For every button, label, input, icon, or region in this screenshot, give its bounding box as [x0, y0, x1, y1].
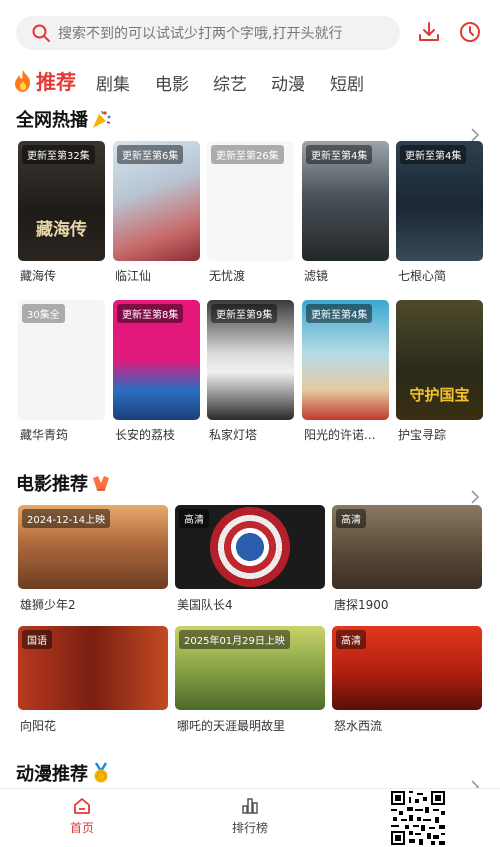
- poster-title-art: 守护国宝: [409, 386, 470, 404]
- poster-image: 30集全: [18, 300, 105, 420]
- rank-badge-icon: [93, 476, 109, 491]
- history-icon[interactable]: [458, 20, 482, 44]
- card-title: 唐探1900: [334, 598, 389, 612]
- card-title: 向阳花: [20, 719, 57, 733]
- hot-card[interactable]: 守护国宝 护宝寻踪: [396, 300, 483, 442]
- hot-card[interactable]: 更新至第9集 私家灯塔: [207, 300, 294, 442]
- top-bar: 搜索不到的可以试试少打两个字哦,打开头就行: [0, 0, 500, 64]
- card-title: 护宝寻踪: [398, 428, 447, 442]
- status-badge: 高清: [179, 509, 209, 528]
- status-badge: 更新至第4集: [306, 304, 373, 323]
- tab-movies[interactable]: 电影: [155, 70, 189, 95]
- card-title: 滤镜: [304, 269, 329, 283]
- status-badge: 国语: [22, 630, 52, 649]
- status-badge: 高清: [336, 630, 366, 649]
- movie-card[interactable]: 2024-12-14上映 雄狮少年2: [18, 505, 168, 612]
- status-badge: 更新至第4集: [400, 145, 467, 164]
- status-badge: 更新至第6集: [117, 145, 184, 164]
- movie-card[interactable]: 高清 美国队长4: [175, 505, 325, 612]
- card-title: 阳光的许诺...: [304, 428, 376, 442]
- poster-image: 更新至第8集: [113, 300, 200, 420]
- card-title: 哪吒的天涯最明故里: [177, 719, 286, 733]
- hot-card[interactable]: 更新至第6集 临江仙: [113, 141, 200, 283]
- status-badge: 更新至第9集: [211, 304, 278, 323]
- card-title: 临江仙: [115, 269, 152, 283]
- poster-title-art: 藏海传: [36, 220, 87, 240]
- status-badge: 2024-12-14上映: [22, 509, 111, 528]
- poster-image: 2025年01月29日上映: [175, 626, 325, 710]
- section-hot-title: 全网热播: [16, 106, 112, 132]
- tab-label-recommend: 推荐: [36, 70, 76, 94]
- nav-home-label: 首页: [69, 821, 94, 835]
- movie-card[interactable]: 高清 唐探1900: [332, 505, 482, 612]
- status-badge: 30集全: [22, 304, 65, 323]
- movie-card[interactable]: 2025年01月29日上映 哪吒的天涯最明故里: [175, 626, 325, 733]
- poster-image: 守护国宝: [396, 300, 483, 420]
- nav-ranking[interactable]: 排行榜: [210, 797, 290, 836]
- card-title: 私家灯塔: [209, 428, 258, 442]
- poster-image: 2024-12-14上映: [18, 505, 168, 589]
- hot-card[interactable]: 更新至第4集 阳光的许诺...: [302, 300, 389, 442]
- card-title: 无忧渡: [209, 269, 246, 283]
- section-movies-label: 电影推荐: [16, 474, 88, 495]
- hot-card[interactable]: 更新至第8集 长安的荔枝: [113, 300, 200, 442]
- hot-card[interactable]: 更新至第4集 滤镜: [302, 141, 389, 283]
- poster-image: 更新至第4集: [302, 141, 389, 261]
- poster-image: 更新至第4集: [302, 300, 389, 420]
- movie-card[interactable]: 国语 向阳花: [18, 626, 168, 733]
- category-tabs: 推荐 剧集 电影 综艺 动漫 短剧: [0, 64, 500, 98]
- chevron-right-icon[interactable]: [470, 128, 480, 142]
- party-popper-icon: [93, 110, 111, 128]
- card-title: 怒水西流: [334, 719, 383, 733]
- hot-card[interactable]: 藏海传 更新至第32集 藏海传: [18, 141, 105, 283]
- tab-anime[interactable]: 动漫: [271, 70, 305, 95]
- poster-image: 高清: [332, 505, 482, 589]
- status-badge: 2025年01月29日上映: [179, 630, 290, 649]
- search-placeholder: 搜索不到的可以试试少打两个字哦,打开头就行: [58, 26, 343, 42]
- medal-icon: [94, 762, 108, 783]
- poster-image: 更新至第6集: [113, 141, 200, 261]
- ranking-chart-icon: [242, 798, 258, 814]
- card-title: 藏海传: [20, 269, 57, 283]
- section-movies-title: 电影推荐: [16, 470, 112, 496]
- nav-home[interactable]: 首页: [42, 797, 122, 836]
- poster-image: 高清: [175, 505, 325, 589]
- search-bar[interactable]: 搜索不到的可以试试少打两个字哦,打开头就行: [16, 16, 400, 50]
- card-title: 藏华青筠: [20, 428, 69, 442]
- status-badge: 更新至第4集: [306, 145, 373, 164]
- status-badge: 更新至第26集: [211, 145, 284, 164]
- poster-image: 更新至第9集: [207, 300, 294, 420]
- search-icon: [32, 24, 50, 42]
- status-badge: 高清: [336, 509, 366, 528]
- status-badge: 更新至第8集: [117, 304, 184, 323]
- hot-card[interactable]: 更新至第4集 七根心简: [396, 141, 483, 283]
- poster-image: 更新至第4集: [396, 141, 483, 261]
- poster-image: 国语: [18, 626, 168, 710]
- section-anime-title: 动漫推荐: [16, 760, 112, 786]
- fire-icon: [15, 69, 31, 92]
- tab-short-drama[interactable]: 短剧: [330, 70, 364, 95]
- qr-code-image: [389, 789, 447, 847]
- hot-card[interactable]: 30集全 藏华青筠: [18, 300, 105, 442]
- status-badge: 更新至第32集: [22, 145, 95, 164]
- section-hot-label: 全网热播: [16, 110, 88, 131]
- tab-variety[interactable]: 综艺: [213, 70, 247, 95]
- home-icon: [74, 798, 90, 814]
- section-anime-label: 动漫推荐: [16, 764, 88, 785]
- chevron-right-icon[interactable]: [470, 490, 480, 504]
- tab-series[interactable]: 剧集: [96, 70, 130, 95]
- card-title: 美国队长4: [177, 598, 233, 612]
- card-title: 长安的荔枝: [115, 428, 176, 442]
- card-title: 七根心简: [398, 269, 447, 283]
- hot-card[interactable]: 更新至第26集 无忧渡: [207, 141, 294, 283]
- poster-image: 高清: [332, 626, 482, 710]
- tab-recommend[interactable]: 推荐: [12, 66, 76, 95]
- nav-ranking-label: 排行榜: [231, 821, 268, 835]
- poster-image: 更新至第26集: [207, 141, 294, 261]
- movie-card[interactable]: 高清 怒水西流: [332, 626, 482, 733]
- poster-image: 藏海传 更新至第32集: [18, 141, 105, 261]
- download-icon[interactable]: [417, 20, 441, 44]
- card-title: 雄狮少年2: [20, 598, 76, 612]
